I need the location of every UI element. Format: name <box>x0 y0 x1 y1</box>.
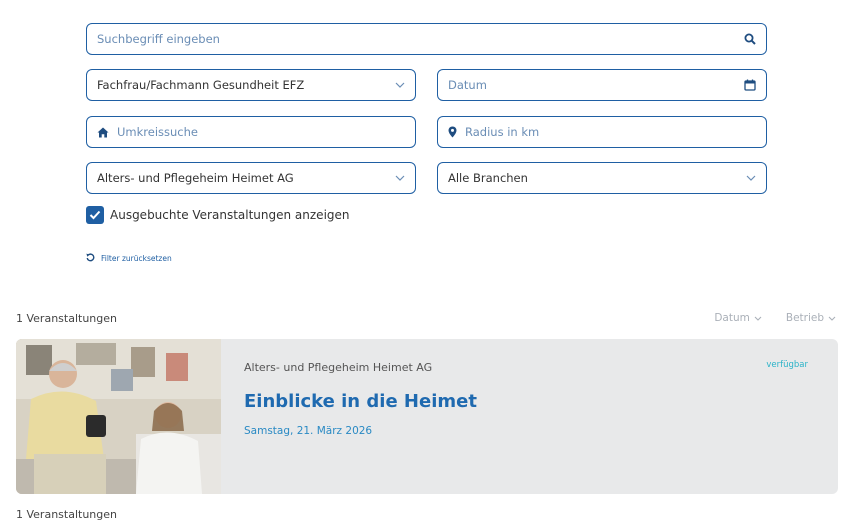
home-icon <box>97 127 109 138</box>
chevron-down-icon <box>828 316 836 321</box>
results-count-bottom: 1 Veranstaltungen <box>16 508 117 521</box>
branchen-select[interactable]: Alle Branchen <box>437 162 767 194</box>
search-placeholder: Suchbegriff eingeben <box>97 32 220 46</box>
undo-icon <box>86 253 95 264</box>
sort-datum-button[interactable]: Datum <box>714 312 762 324</box>
sort-datum-label: Datum <box>714 312 750 324</box>
event-title[interactable]: Einblicke in die Heimet <box>244 391 477 412</box>
status-badge: verfügbar <box>766 360 808 370</box>
event-image <box>16 339 221 494</box>
radius-input[interactable]: Radius in km <box>437 116 767 148</box>
calendar-icon[interactable] <box>744 79 756 91</box>
event-organizer: Alters- und Pflegeheim Heimet AG <box>244 361 433 374</box>
sort-betrieb-button[interactable]: Betrieb <box>786 312 836 324</box>
beruf-select-value: Fachfrau/Fachmann Gesundheit EFZ <box>97 78 305 92</box>
chevron-down-icon <box>395 175 405 181</box>
radius-placeholder: Radius in km <box>465 125 540 139</box>
ausgebucht-checkbox[interactable] <box>86 206 104 224</box>
chevron-down-icon <box>746 175 756 181</box>
event-date: Samstag, 21. März 2026 <box>244 425 373 437</box>
ausgebucht-checkbox-row[interactable]: Ausgebuchte Veranstaltungen anzeigen <box>86 206 350 224</box>
reset-filter-label: Filter zurücksetzen <box>101 254 172 263</box>
umkreis-input[interactable]: Umkreissuche <box>86 116 416 148</box>
sort-betrieb-label: Betrieb <box>785 312 824 324</box>
umkreis-placeholder: Umkreissuche <box>117 125 198 139</box>
chevron-down-icon <box>754 316 762 321</box>
sort-controls: Datum Betrieb <box>714 312 836 324</box>
search-input[interactable]: Suchbegriff eingeben <box>86 23 767 55</box>
map-marker-icon <box>448 126 457 138</box>
beruf-select[interactable]: Fachfrau/Fachmann Gesundheit EFZ <box>86 69 416 101</box>
betrieb-select-value: Alters- und Pflegeheim Heimet AG <box>97 171 294 185</box>
chevron-down-icon <box>395 82 405 88</box>
results-count: 1 Veranstaltungen <box>16 312 117 325</box>
betrieb-select[interactable]: Alters- und Pflegeheim Heimet AG <box>86 162 416 194</box>
branchen-select-value: Alle Branchen <box>448 171 528 185</box>
datum-placeholder: Datum <box>448 78 487 92</box>
reset-filter-link[interactable]: Filter zurücksetzen <box>86 253 172 264</box>
event-card[interactable]: Alters- und Pflegeheim Heimet AG verfügb… <box>16 339 838 494</box>
ausgebucht-checkbox-label: Ausgebuchte Veranstaltungen anzeigen <box>110 208 350 222</box>
search-icon[interactable] <box>744 33 756 45</box>
datum-input[interactable]: Datum <box>437 69 767 101</box>
